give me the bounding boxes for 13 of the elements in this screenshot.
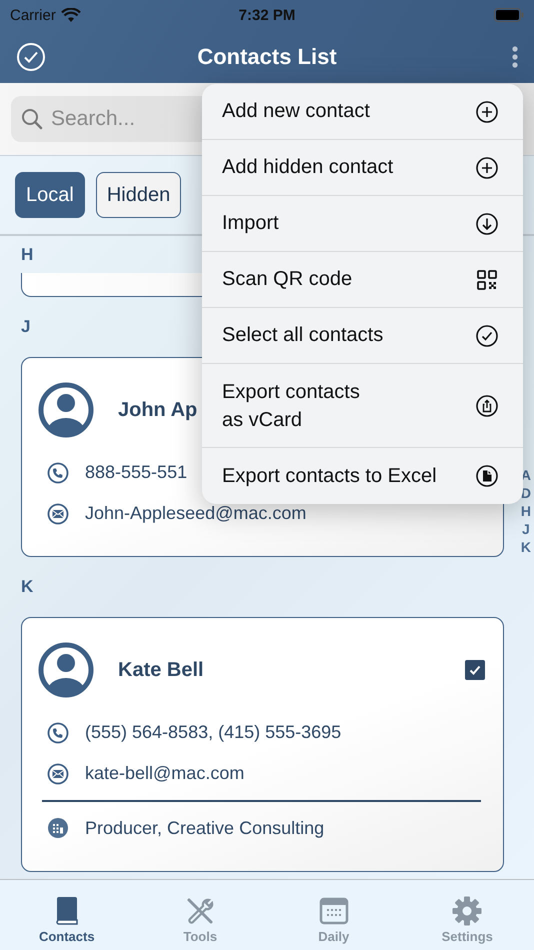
email-address: kate-bell@mac.com <box>85 763 244 784</box>
carrier-label: Carrier <box>10 6 56 24</box>
section-letter: J <box>21 317 30 337</box>
section-letter: K <box>21 577 34 597</box>
section-letter: H <box>21 244 34 264</box>
company-text: Producer, Creative Consulting <box>85 818 324 838</box>
screen-title: Contacts List <box>197 44 337 70</box>
phone-number: (555) 564-8583, (415) 555-3695 <box>85 722 342 743</box>
contact-name: Kate Bell <box>118 658 204 682</box>
status-time: 7:32 PM <box>238 6 296 24</box>
email-address: John-Appleseed@mac.com <box>85 503 306 524</box>
phone-number: 888-555-551 <box>85 462 188 483</box>
contact-name: John Ap <box>118 398 198 422</box>
